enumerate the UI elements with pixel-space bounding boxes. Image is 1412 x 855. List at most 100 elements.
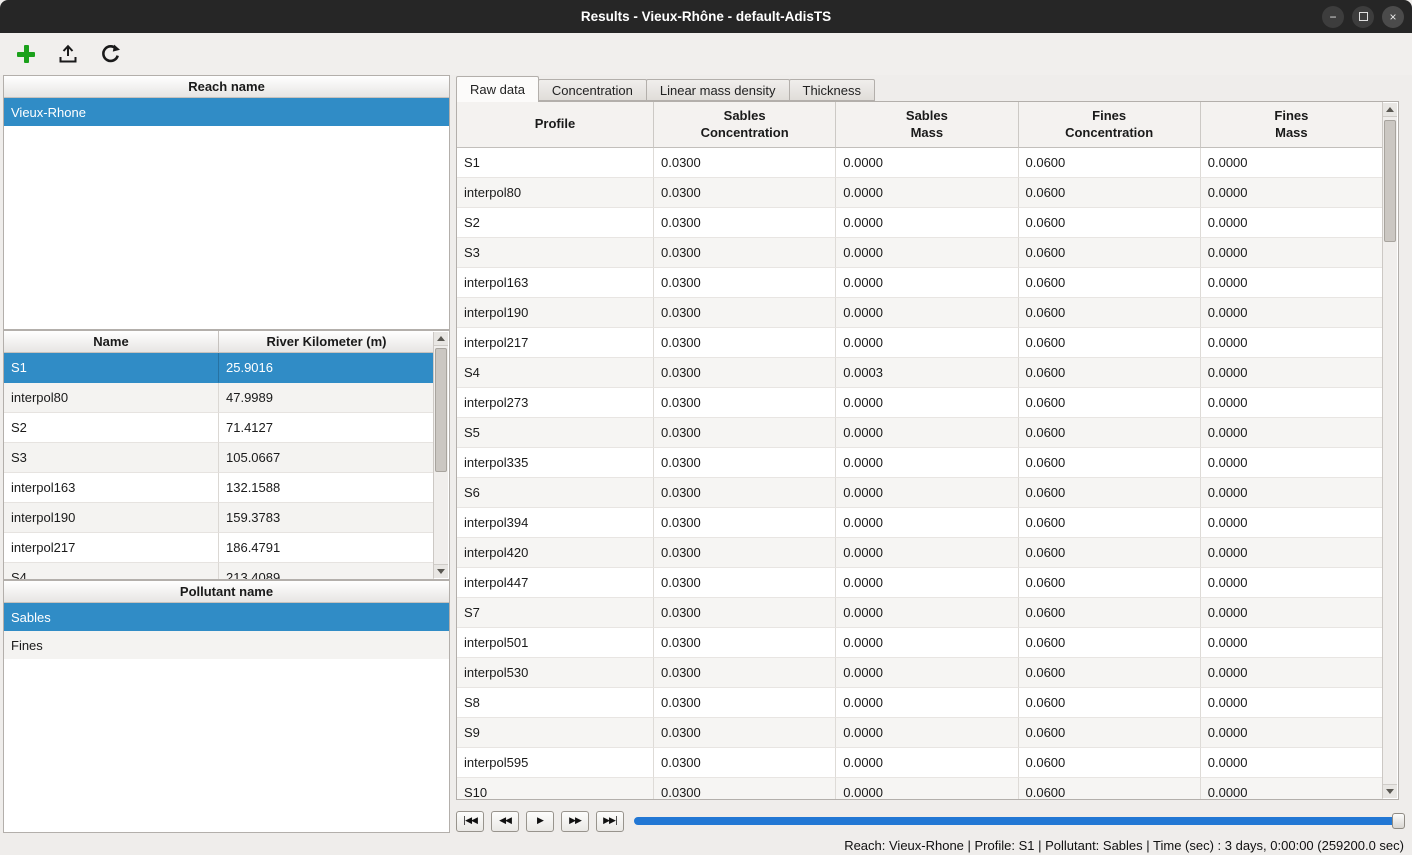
column-header[interactable]: Profile [457,102,654,148]
table-row[interactable]: interpol4200.03000.00000.06000.0000 [457,538,1383,568]
profile-row[interactable]: interpol163132.1588 [4,473,434,503]
value-cell: 0.0300 [654,298,836,328]
value-cell: 0.0600 [1019,748,1201,778]
column-header[interactable]: Sables Concentration [654,102,836,148]
column-header[interactable]: Sables Mass [836,102,1018,148]
profile-km-cell: 25.9016 [219,353,434,383]
value-cell: 0.0000 [836,568,1018,598]
profile-row[interactable]: interpol217186.4791 [4,533,434,563]
scroll-up-button[interactable] [1383,103,1397,117]
value-cell: 0.0000 [836,328,1018,358]
table-row[interactable]: interpol4470.03000.00000.06000.0000 [457,568,1383,598]
value-cell: 0.0000 [1201,748,1383,778]
arrow-up-icon [1386,107,1394,112]
tab-thickness[interactable]: Thickness [789,79,876,101]
table-row[interactable]: interpol3350.03000.00000.06000.0000 [457,448,1383,478]
profile-km-cell: 186.4791 [219,533,434,563]
table-row[interactable]: S10.03000.00000.06000.0000 [457,148,1383,178]
reach-item[interactable]: Vieux-Rhone [4,98,449,126]
scroll-up-button[interactable] [434,332,448,346]
table-row[interactable]: interpol3940.03000.00000.06000.0000 [457,508,1383,538]
value-cell: 0.0000 [1201,298,1383,328]
profile-km-cell: 71.4127 [219,413,434,443]
column-header-name[interactable]: Name [4,331,219,353]
profile-row[interactable]: interpol190159.3783 [4,503,434,533]
scrollbar-thumb[interactable] [1384,120,1396,242]
value-cell: 0.0000 [836,478,1018,508]
table-row[interactable]: interpol2170.03000.00000.06000.0000 [457,328,1383,358]
table-row[interactable]: interpol1900.03000.00000.06000.0000 [457,298,1383,328]
value-cell: 0.0300 [654,718,836,748]
time-slider[interactable] [634,817,1404,825]
profile-row[interactable]: S3105.0667 [4,443,434,473]
profile-name-cell: S1 [4,353,219,383]
profile-cell: interpol273 [457,388,654,418]
table-row[interactable]: S70.03000.00000.06000.0000 [457,598,1383,628]
profile-row[interactable]: S271.4127 [4,413,434,443]
pollutant-item[interactable]: Sables [4,603,449,631]
refresh-button[interactable] [96,40,124,68]
table-scrollbar[interactable] [1382,103,1397,798]
value-cell: 0.0300 [654,628,836,658]
pollutant-item[interactable]: Fines [4,631,449,659]
table-row[interactable]: S60.03000.00000.06000.0000 [457,478,1383,508]
value-cell: 0.0600 [1019,628,1201,658]
add-button[interactable] [12,40,40,68]
profile-row[interactable]: S125.9016 [4,353,434,383]
column-header[interactable]: Fines Concentration [1019,102,1201,148]
scrollbar-thumb[interactable] [435,348,447,472]
value-cell: 0.0000 [1201,418,1383,448]
table-row[interactable]: S30.03000.00000.06000.0000 [457,238,1383,268]
scroll-down-button[interactable] [434,564,448,578]
step-back-button[interactable]: ◀◀ [491,811,519,832]
tab-linear-mass-density[interactable]: Linear mass density [646,79,790,101]
value-cell: 0.0300 [654,148,836,178]
scroll-down-button[interactable] [1383,784,1397,798]
table-row[interactable]: interpol1630.03000.00000.06000.0000 [457,268,1383,298]
table-row[interactable]: S50.03000.00000.06000.0000 [457,418,1383,448]
profile-name-cell: interpol163 [4,473,219,503]
profile-row[interactable]: S4213.4089 [4,563,434,580]
export-button[interactable] [54,40,82,68]
maximize-button[interactable] [1352,6,1374,28]
value-cell: 0.0000 [1201,598,1383,628]
table-row[interactable]: S100.03000.00000.06000.0000 [457,778,1383,800]
column-header[interactable]: Fines Mass [1201,102,1383,148]
value-cell: 0.0000 [1201,208,1383,238]
table-row[interactable]: S40.03000.00030.06000.0000 [457,358,1383,388]
step-forward-button[interactable]: ▶▶ [561,811,589,832]
value-cell: 0.0600 [1019,328,1201,358]
value-cell: 0.0300 [654,658,836,688]
table-row[interactable]: S20.03000.00000.06000.0000 [457,208,1383,238]
time-slider-handle[interactable] [1392,813,1405,829]
table-row[interactable]: interpol800.03000.00000.06000.0000 [457,178,1383,208]
profiles-panel: Name River Kilometer (m) S125.9016interp… [3,330,450,580]
value-cell: 0.0000 [1201,328,1383,358]
value-cell: 0.0300 [654,388,836,418]
value-cell: 0.0000 [836,298,1018,328]
table-row[interactable]: interpol5950.03000.00000.06000.0000 [457,748,1383,778]
value-cell: 0.0300 [654,328,836,358]
play-button[interactable]: ▶ [526,811,554,832]
minimize-button[interactable]: − [1322,6,1344,28]
profiles-scrollbar[interactable] [433,332,448,578]
skip-to-start-button[interactable]: |◀◀ [456,811,484,832]
value-cell: 0.0000 [1201,388,1383,418]
table-row[interactable]: S80.03000.00000.06000.0000 [457,688,1383,718]
table-row[interactable]: interpol5010.03000.00000.06000.0000 [457,628,1383,658]
profile-cell: S9 [457,718,654,748]
tab-raw-data[interactable]: Raw data [456,76,539,102]
value-cell: 0.0000 [1201,238,1383,268]
profile-row[interactable]: interpol8047.9989 [4,383,434,413]
value-cell: 0.0300 [654,268,836,298]
skip-to-end-button[interactable]: ▶▶| [596,811,624,832]
tab-concentration[interactable]: Concentration [538,79,647,101]
table-row[interactable]: interpol2730.03000.00000.06000.0000 [457,388,1383,418]
value-cell: 0.0000 [836,448,1018,478]
table-row[interactable]: S90.03000.00000.06000.0000 [457,718,1383,748]
value-cell: 0.0000 [1201,268,1383,298]
close-button[interactable]: × [1382,6,1404,28]
profile-cell: interpol163 [457,268,654,298]
table-row[interactable]: interpol5300.03000.00000.06000.0000 [457,658,1383,688]
column-header-river-km[interactable]: River Kilometer (m) [219,331,434,353]
